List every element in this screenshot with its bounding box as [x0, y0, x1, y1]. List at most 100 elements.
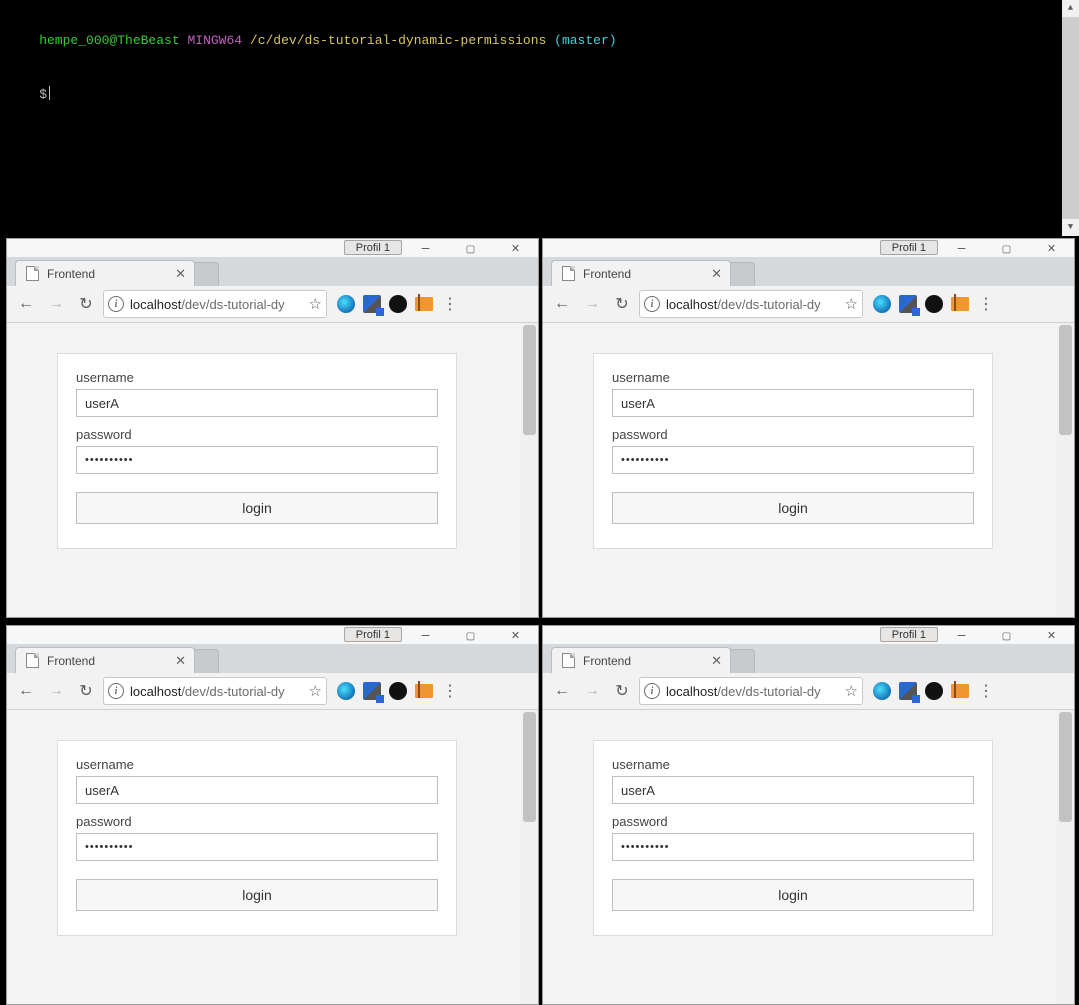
terminal-window[interactable]: hempe_000@TheBeast MINGW64 /c/dev/ds-tut… — [0, 0, 1079, 236]
extension-globe-icon[interactable] — [337, 295, 355, 313]
login-button[interactable]: login — [76, 492, 438, 524]
reload-button[interactable]: ↻ — [73, 291, 99, 317]
browser-menu-button[interactable]: ⋮ — [977, 294, 995, 314]
window-minimize-button[interactable] — [939, 239, 984, 257]
username-field[interactable] — [612, 389, 974, 417]
forward-button[interactable]: → — [579, 678, 605, 704]
scroll-thumb[interactable] — [1062, 17, 1079, 219]
bookmark-star-icon[interactable]: ☆ — [309, 682, 322, 700]
site-info-icon[interactable]: i — [644, 296, 660, 312]
tab-frontend[interactable]: Frontend ✕ — [551, 647, 731, 673]
address-bar[interactable]: i localhost/dev/ds-tutorial-dy ☆ — [639, 290, 863, 318]
tab-close-icon[interactable]: ✕ — [175, 653, 186, 669]
browser-menu-button[interactable]: ⋮ — [441, 294, 459, 314]
back-button[interactable]: ← — [13, 678, 39, 704]
reload-button[interactable]: ↻ — [609, 291, 635, 317]
back-button[interactable]: ← — [13, 291, 39, 317]
extension-flag-icon[interactable] — [951, 297, 969, 311]
extension-dark-icon[interactable] — [389, 682, 407, 700]
extension-picker-icon[interactable] — [363, 295, 381, 313]
window-maximize-button[interactable] — [984, 239, 1029, 257]
tab-strip[interactable]: Frontend ✕ — [543, 644, 1074, 673]
window-titlebar[interactable]: Profil 1 — [543, 626, 1074, 644]
address-bar[interactable]: i localhost/dev/ds-tutorial-dy ☆ — [103, 290, 327, 318]
browser-menu-button[interactable]: ⋮ — [441, 681, 459, 701]
extension-picker-icon[interactable] — [899, 295, 917, 313]
window-minimize-button[interactable] — [403, 239, 448, 257]
window-titlebar[interactable]: Profil 1 — [543, 239, 1074, 257]
password-field[interactable]: •••••••••• — [76, 446, 438, 474]
scroll-thumb[interactable] — [1059, 712, 1072, 822]
window-maximize-button[interactable] — [984, 626, 1029, 644]
profile-badge[interactable]: Profil 1 — [344, 240, 402, 255]
extension-flag-icon[interactable] — [951, 684, 969, 698]
window-close-button[interactable] — [493, 239, 538, 257]
terminal-cursor[interactable] — [49, 86, 50, 100]
extension-dark-icon[interactable] — [925, 295, 943, 313]
tab-close-icon[interactable]: ✕ — [175, 266, 186, 282]
forward-button[interactable]: → — [43, 678, 69, 704]
username-field[interactable] — [76, 776, 438, 804]
tab-frontend[interactable]: Frontend ✕ — [15, 647, 195, 673]
extension-picker-icon[interactable] — [899, 682, 917, 700]
password-field[interactable]: •••••••••• — [612, 446, 974, 474]
login-button[interactable]: login — [612, 492, 974, 524]
window-close-button[interactable] — [1029, 239, 1074, 257]
login-button[interactable]: login — [612, 879, 974, 911]
bookmark-star-icon[interactable]: ☆ — [845, 295, 858, 313]
window-maximize-button[interactable] — [448, 626, 493, 644]
site-info-icon[interactable]: i — [108, 296, 124, 312]
username-field[interactable] — [612, 776, 974, 804]
scroll-thumb[interactable] — [523, 712, 536, 822]
extension-dark-icon[interactable] — [389, 295, 407, 313]
browser-menu-button[interactable]: ⋮ — [977, 681, 995, 701]
profile-badge[interactable]: Profil 1 — [344, 627, 402, 642]
address-bar[interactable]: i localhost/dev/ds-tutorial-dy ☆ — [639, 677, 863, 705]
tab-frontend[interactable]: Frontend ✕ — [551, 260, 731, 286]
window-titlebar[interactable]: Profil 1 — [7, 626, 538, 644]
forward-button[interactable]: → — [579, 291, 605, 317]
scroll-thumb[interactable] — [1059, 325, 1072, 435]
password-field[interactable]: •••••••••• — [76, 833, 438, 861]
tab-strip[interactable]: Frontend ✕ — [7, 644, 538, 673]
window-close-button[interactable] — [1029, 626, 1074, 644]
reload-button[interactable]: ↻ — [73, 678, 99, 704]
back-button[interactable]: ← — [549, 291, 575, 317]
extension-globe-icon[interactable] — [873, 682, 891, 700]
window-minimize-button[interactable] — [939, 626, 984, 644]
site-info-icon[interactable]: i — [108, 683, 124, 699]
extension-flag-icon[interactable] — [415, 684, 433, 698]
window-titlebar[interactable]: Profil 1 — [7, 239, 538, 257]
scroll-thumb[interactable] — [523, 325, 536, 435]
content-scrollbar[interactable] — [1057, 323, 1074, 617]
bookmark-star-icon[interactable]: ☆ — [309, 295, 322, 313]
tab-strip[interactable]: Frontend ✕ — [543, 257, 1074, 286]
scroll-down-icon[interactable]: ▼ — [1062, 219, 1079, 236]
back-button[interactable]: ← — [549, 678, 575, 704]
content-scrollbar[interactable] — [521, 710, 538, 1004]
content-scrollbar[interactable] — [1057, 710, 1074, 1004]
address-bar[interactable]: i localhost/dev/ds-tutorial-dy ☆ — [103, 677, 327, 705]
extension-dark-icon[interactable] — [925, 682, 943, 700]
username-field[interactable] — [76, 389, 438, 417]
login-button[interactable]: login — [76, 879, 438, 911]
tab-close-icon[interactable]: ✕ — [711, 653, 722, 669]
site-info-icon[interactable]: i — [644, 683, 660, 699]
reload-button[interactable]: ↻ — [609, 678, 635, 704]
forward-button[interactable]: → — [43, 291, 69, 317]
tab-frontend[interactable]: Frontend ✕ — [15, 260, 195, 286]
window-minimize-button[interactable] — [403, 626, 448, 644]
bookmark-star-icon[interactable]: ☆ — [845, 682, 858, 700]
tab-close-icon[interactable]: ✕ — [711, 266, 722, 282]
profile-badge[interactable]: Profil 1 — [880, 627, 938, 642]
window-maximize-button[interactable] — [448, 239, 493, 257]
profile-badge[interactable]: Profil 1 — [880, 240, 938, 255]
extension-picker-icon[interactable] — [363, 682, 381, 700]
extension-globe-icon[interactable] — [873, 295, 891, 313]
tab-strip[interactable]: Frontend ✕ — [7, 257, 538, 286]
extension-flag-icon[interactable] — [415, 297, 433, 311]
password-field[interactable]: •••••••••• — [612, 833, 974, 861]
content-scrollbar[interactable] — [521, 323, 538, 617]
terminal-scrollbar[interactable]: ▲ ▼ — [1062, 0, 1079, 236]
scroll-up-icon[interactable]: ▲ — [1062, 0, 1079, 17]
